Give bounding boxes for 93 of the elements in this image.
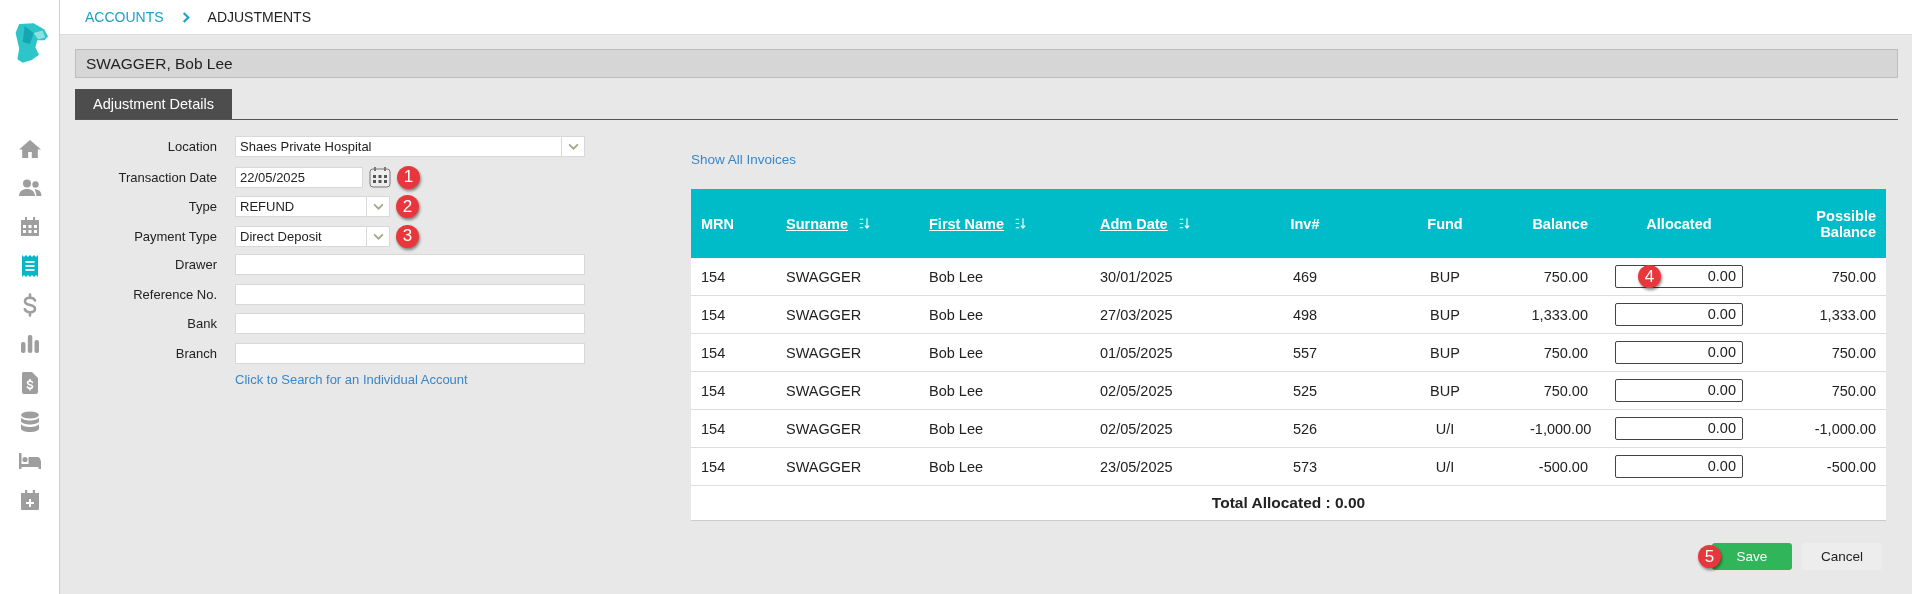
- field-label: Reference No.: [132, 286, 217, 302]
- field-label: Type: [187, 199, 217, 214]
- table-cell: Bob Lee: [919, 258, 1090, 296]
- table-cell: 154: [691, 447, 776, 486]
- table-cell: 23/05/2025: [1090, 447, 1240, 486]
- total-allocated: Total Allocated : 0.00: [1211, 494, 1366, 511]
- table-cell: 27/03/2025: [1090, 295, 1240, 334]
- location-dropdown[interactable]: Shaes Private Hospital: [235, 136, 585, 157]
- table-cell: SWAGGER: [776, 258, 919, 296]
- step-number-badge: 1: [397, 165, 420, 189]
- table-cell: U/I: [1370, 409, 1520, 448]
- patient-name-bar: SWAGGER, Bob Lee: [75, 49, 1898, 78]
- sort-icon[interactable]: [858, 217, 871, 230]
- table-cell: Bob Lee: [919, 447, 1090, 486]
- home-icon[interactable]: [17, 137, 42, 161]
- step-number-badge: 5: [1698, 545, 1721, 568]
- sort-icon[interactable]: [1177, 217, 1190, 230]
- table-cell: -500.00: [1760, 447, 1886, 486]
- chevron-down-icon: [567, 143, 579, 150]
- table-cell: 154: [691, 258, 776, 296]
- table-cell: BUP: [1370, 295, 1520, 334]
- field-label: Payment Type: [133, 228, 217, 244]
- column-header: Inv#: [1290, 215, 1320, 232]
- table-cell: 30/01/2025: [1090, 258, 1240, 296]
- table-cell: 525: [1240, 371, 1370, 410]
- table-cell: 573: [1240, 447, 1370, 486]
- table-cell: 750.00: [1760, 333, 1886, 372]
- step-number-badge: 2: [396, 195, 419, 218]
- table-cell: SWAGGER: [776, 333, 919, 372]
- field-label: Location: [166, 139, 217, 154]
- table-cell: BUP: [1370, 333, 1520, 372]
- table-cell: 750.00: [1760, 371, 1886, 410]
- text-field[interactable]: [235, 283, 585, 305]
- allocated-input[interactable]: 0.00: [1615, 379, 1743, 402]
- table-cell: 750.00: [1520, 333, 1598, 372]
- field-label: Bank: [186, 316, 217, 331]
- table-cell: Bob Lee: [919, 295, 1090, 334]
- field-label: Transaction Date: [117, 169, 217, 185]
- table-cell: 469: [1240, 258, 1370, 296]
- column-header: Allocated: [1646, 215, 1712, 232]
- tab[interactable]: Adjustment Details: [75, 89, 232, 119]
- column-header: Fund: [1427, 215, 1463, 232]
- chevron-right-icon: [181, 11, 190, 23]
- table-cell: 750.00: [1520, 258, 1598, 296]
- table-cell: 02/05/2025: [1090, 409, 1240, 448]
- table-cell: 154: [691, 295, 776, 334]
- column-header: MRN: [701, 215, 735, 232]
- date-field[interactable]: 22/05/2025: [235, 166, 363, 188]
- table-cell: SWAGGER: [776, 295, 919, 334]
- table-cell: BUP: [1370, 258, 1520, 296]
- column-header: Balance: [1532, 215, 1588, 232]
- table-cell: 154: [691, 333, 776, 372]
- column-header: Possible Balance: [1815, 207, 1876, 240]
- table-cell: SWAGGER: [776, 371, 919, 410]
- table-cell: 557: [1240, 333, 1370, 372]
- table-cell: -1,000.00: [1760, 409, 1886, 448]
- table-cell: SWAGGER: [776, 409, 919, 448]
- text-field[interactable]: [235, 254, 585, 275]
- table-cell: Bob Lee: [919, 409, 1090, 448]
- step-number-badge: 3: [396, 224, 419, 248]
- table-cell: 750.00: [1760, 258, 1886, 296]
- table-cell: Bob Lee: [919, 333, 1090, 372]
- table-cell: 02/05/2025: [1090, 371, 1240, 410]
- table-cell: 526: [1240, 409, 1370, 448]
- dropdown-field[interactable]: Direct Deposit: [235, 225, 390, 247]
- table-cell: 1,333.00: [1520, 295, 1598, 334]
- table-cell: 154: [691, 409, 776, 448]
- table-cell: -1,000.00: [1520, 409, 1598, 448]
- field-label: Drawer: [174, 257, 217, 272]
- text-field[interactable]: [235, 313, 585, 334]
- table-cell: -500.00: [1520, 447, 1598, 486]
- table-cell: U/I: [1370, 447, 1520, 486]
- chevron-down-icon: [372, 203, 384, 210]
- table-cell: BUP: [1370, 371, 1520, 410]
- table-cell: 154: [691, 371, 776, 410]
- sort-icon[interactable]: [1013, 217, 1026, 230]
- allocated-input[interactable]: 0.00: [1615, 341, 1743, 364]
- table-cell: 498: [1240, 295, 1370, 334]
- table-cell: SWAGGER: [776, 447, 919, 486]
- table-cell: 01/05/2025: [1090, 333, 1240, 372]
- dropdown-field[interactable]: REFUND: [235, 196, 390, 217]
- breadcrumb-current: ADJUSTMENTS: [207, 9, 311, 25]
- allocated-input[interactable]: 0.00: [1615, 455, 1743, 478]
- calendar-button-icon[interactable]: [369, 166, 391, 188]
- table-cell: 1,333.00: [1760, 295, 1886, 334]
- table-cell: Bob Lee: [919, 371, 1090, 410]
- cancel-button[interactable]: Cancel: [1802, 543, 1882, 570]
- allocated-input[interactable]: 0.00: [1615, 417, 1743, 440]
- allocated-input[interactable]: 0.00: [1615, 303, 1743, 326]
- table-cell: 750.00: [1520, 371, 1598, 410]
- field-label: Branch: [174, 345, 217, 361]
- chevron-down-icon: [372, 232, 384, 240]
- text-field[interactable]: [235, 342, 585, 364]
